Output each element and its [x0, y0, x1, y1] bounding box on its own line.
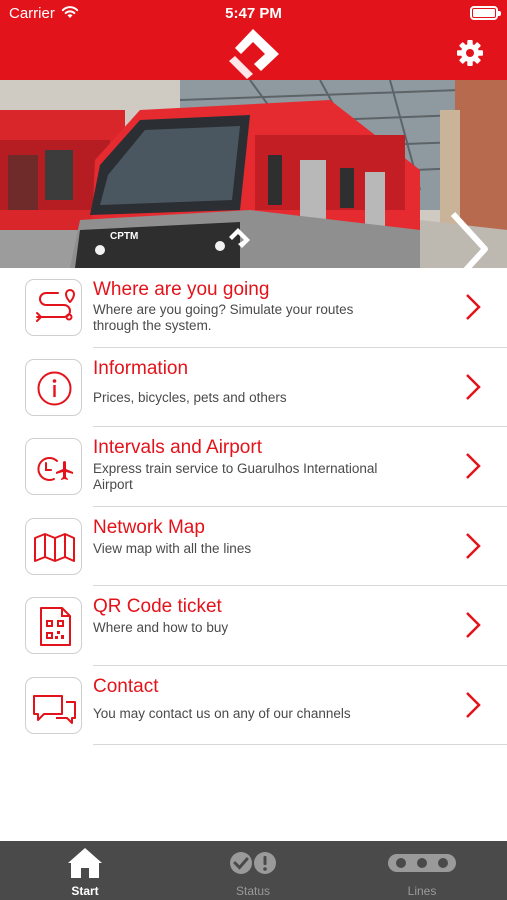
chevron-right-icon: [462, 292, 484, 322]
chevron-right-icon: [462, 451, 484, 481]
menu-item-subtitle: Where are you going? Simulate your route…: [93, 302, 354, 333]
lines-icon: [388, 854, 456, 872]
status-icon: [230, 852, 276, 874]
chevron-right-icon[interactable]: [445, 210, 493, 268]
battery-icon: [470, 6, 501, 20]
chevron-right-icon: [462, 610, 484, 640]
menu-item-title: Where are you going: [93, 279, 270, 300]
menu-item-subtitle: Prices, bicycles, pets and others: [93, 390, 287, 405]
gear-icon[interactable]: [455, 38, 485, 68]
menu-item-title: Network Map: [93, 517, 205, 538]
menu-item-qr-code-ticket[interactable]: QR Code ticket Where and how to buy: [0, 586, 507, 665]
chevron-right-icon: [462, 372, 484, 402]
tab-label: Status: [235, 884, 271, 898]
clock-airplane-icon: [25, 438, 82, 495]
cptm-logo-icon: [221, 27, 285, 79]
menu-item-subtitle: Where and how to buy: [93, 620, 229, 635]
menu-item-where-are-you-going[interactable]: Where are you going Where are you going?…: [0, 268, 507, 347]
menu-item-title: QR Code ticket: [93, 596, 222, 617]
train-photo: [0, 80, 507, 268]
menu-item-contact[interactable]: Contact You may contact us on any of our…: [0, 666, 507, 745]
chat-icon: [25, 677, 82, 734]
qr-ticket-icon: [25, 597, 82, 654]
tab-label: Lines: [407, 884, 437, 898]
chevron-right-icon: [462, 690, 484, 720]
status-bar: Carrier 5:47 PM: [0, 0, 507, 28]
tab-label: Start: [71, 884, 99, 898]
info-icon: [25, 359, 82, 416]
chevron-right-icon: [462, 531, 484, 561]
tab-bar: Start Status Lines: [0, 841, 507, 900]
menu-item-intervals-airport[interactable]: Intervals and Airport Express train serv…: [0, 427, 507, 506]
menu-item-network-map[interactable]: Network Map View map with all the lines: [0, 507, 507, 586]
route-icon: [25, 279, 82, 336]
divider: [93, 744, 507, 745]
train-banner[interactable]: CPTM: [0, 80, 507, 268]
app-header: Carrier 5:47 PM: [0, 0, 507, 80]
train-cptm-label: CPTM: [110, 231, 139, 242]
home-icon: [68, 848, 102, 878]
tab-lines[interactable]: Lines: [362, 841, 482, 900]
status-time: 5:47 PM: [225, 5, 282, 22]
menu-item-subtitle: View map with all the lines: [93, 541, 252, 556]
map-icon: [25, 518, 82, 575]
menu-item-subtitle: Express train service to Guarulhos Inter…: [93, 461, 378, 492]
menu-item-title: Contact: [93, 676, 159, 697]
menu-item-subtitle: You may contact us on any of our channel…: [93, 706, 351, 721]
menu-item-title: Information: [93, 358, 189, 379]
tab-start[interactable]: Start: [25, 841, 145, 900]
tab-status[interactable]: Status: [193, 841, 313, 900]
menu-item-information[interactable]: Information Prices, bicycles, pets and o…: [0, 348, 507, 427]
menu-item-title: Intervals and Airport: [93, 437, 262, 458]
